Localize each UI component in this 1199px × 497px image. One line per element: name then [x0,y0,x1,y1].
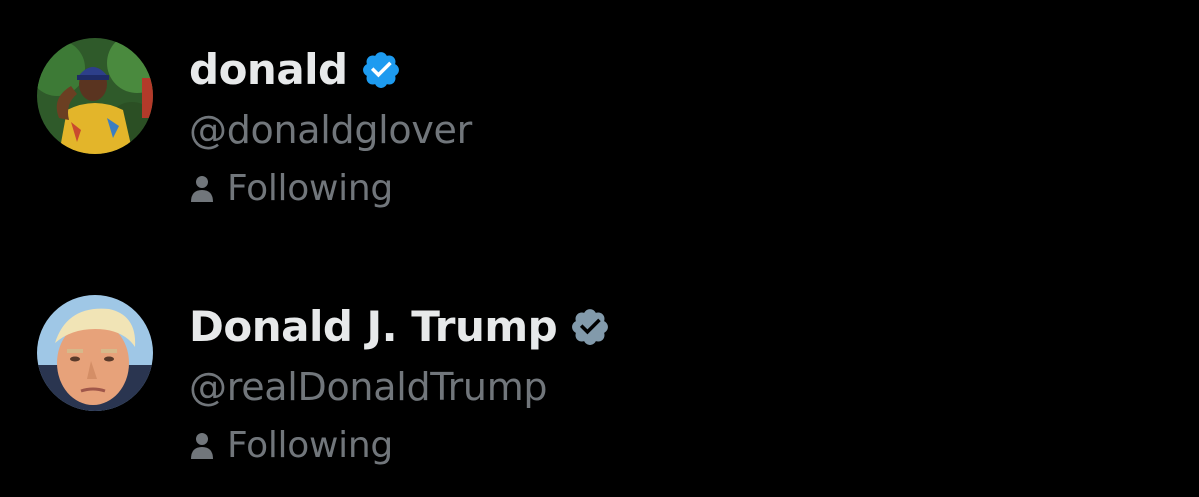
avatar-photo-icon [37,295,153,411]
name-row: Donald J. Trump [189,295,611,359]
follow-status: Following [189,164,472,214]
avatar[interactable] [37,295,153,411]
account-info: donald @donaldglover Following [189,38,472,214]
verified-badge-icon [569,306,611,348]
username-handle[interactable]: @donaldglover [189,102,472,158]
person-icon [189,174,215,204]
avatar[interactable] [37,38,153,154]
display-name[interactable]: Donald J. Trump [189,295,558,359]
name-row: donald [189,38,472,102]
person-icon [189,431,215,461]
verified-badge-icon [360,49,402,91]
display-name[interactable]: donald [189,38,348,102]
following-label: Following [227,425,393,466]
username-handle[interactable]: @realDonaldTrump [189,359,611,415]
avatar-photo-icon [37,38,153,154]
account-info: Donald J. Trump @realDonaldTrump Followi… [189,295,611,471]
follow-status: Following [189,421,611,471]
following-label: Following [227,168,393,209]
account-row[interactable]: Donald J. Trump @realDonaldTrump Followi… [37,295,1137,475]
account-row[interactable]: donald @donaldglover Following [37,38,1137,218]
